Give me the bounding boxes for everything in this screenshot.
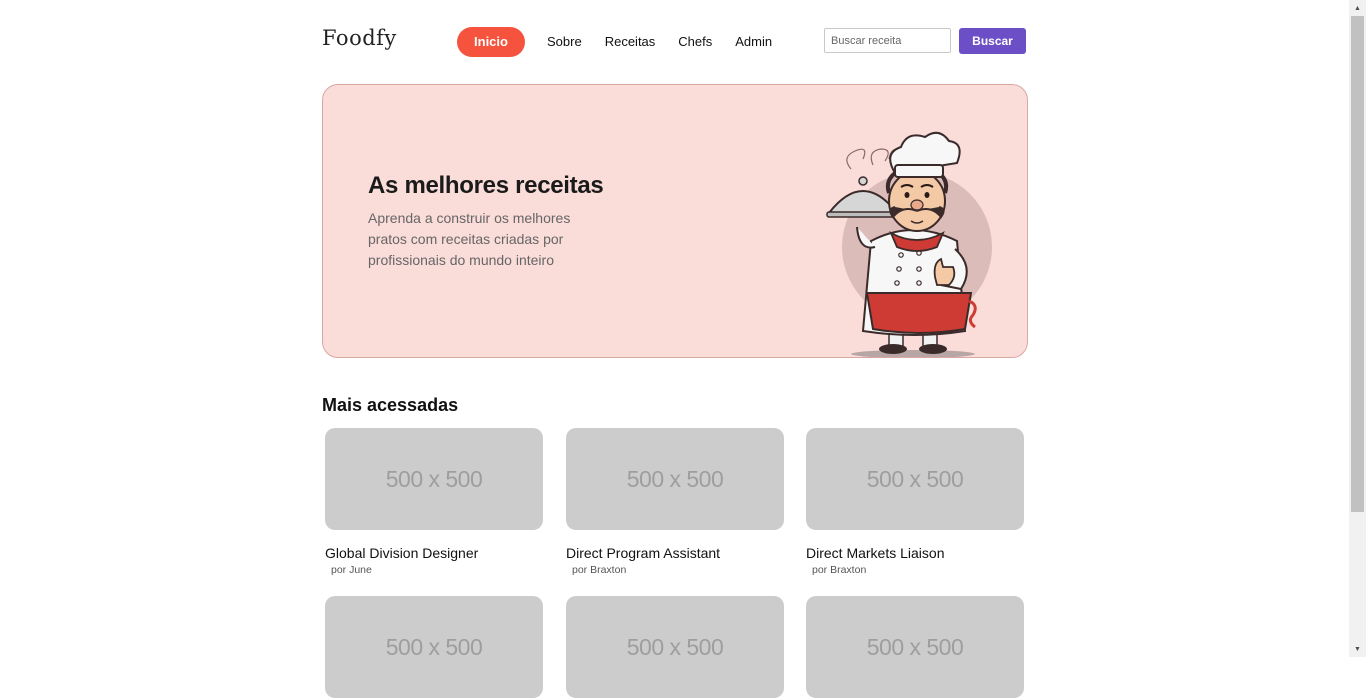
recipe-card[interactable]: 500 x 500 Direct Program Assistant por B… — [566, 428, 784, 576]
nav-item-inicio[interactable]: Inicio — [457, 27, 525, 57]
scroll-thumb[interactable] — [1351, 16, 1364, 512]
recipe-title[interactable]: Direct Program Assistant — [566, 545, 784, 561]
main-nav: Inicio Sobre Receitas Chefs Admin — [457, 27, 784, 57]
recipe-image[interactable]: 500 x 500 — [325, 428, 543, 530]
hero-banner: As melhores receitas Aprenda a construir… — [322, 84, 1028, 358]
search-input[interactable] — [824, 28, 951, 53]
recipe-image[interactable]: 500 x 500 — [566, 596, 784, 698]
recipe-image[interactable]: 500 x 500 — [806, 428, 1024, 530]
recipe-card[interactable]: 500 x 500 — [566, 596, 784, 698]
recipe-image[interactable]: 500 x 500 — [325, 596, 543, 698]
recipe-image[interactable]: 500 x 500 — [566, 428, 784, 530]
nav-item-sobre[interactable]: Sobre — [536, 27, 593, 57]
vertical-scrollbar[interactable]: ▲ ▼ — [1349, 0, 1366, 657]
recipe-title[interactable]: Global Division Designer — [325, 545, 543, 561]
nav-item-admin[interactable]: Admin — [724, 27, 783, 57]
logo[interactable]: Foodfy — [322, 26, 397, 50]
hero-description: Aprenda a construir os melhores pratos c… — [368, 210, 571, 268]
recipe-author: por Braxton — [812, 564, 867, 576]
recipe-author: por Braxton — [572, 564, 627, 576]
section-title: Mais acessadas — [322, 395, 459, 415]
recipe-card[interactable]: 500 x 500 — [806, 596, 1024, 698]
site-header: Foodfy Inicio Sobre Receitas Chefs Admin… — [322, 0, 1028, 84]
nav-item-receitas[interactable]: Receitas — [594, 27, 667, 57]
recipe-card[interactable]: 500 x 500 — [325, 596, 543, 698]
chef-illustration — [826, 131, 992, 357]
recipe-card[interactable]: 500 x 500 Direct Markets Liaison por Bra… — [806, 428, 1024, 576]
recipe-title[interactable]: Direct Markets Liaison — [806, 545, 1024, 561]
recipe-author: por June — [331, 564, 372, 576]
recipe-card[interactable]: 500 x 500 Global Division Designer por J… — [325, 428, 543, 576]
nav-item-chefs[interactable]: Chefs — [667, 27, 723, 57]
recipe-image[interactable]: 500 x 500 — [806, 596, 1024, 698]
scroll-down-arrow-icon[interactable]: ▼ — [1349, 641, 1366, 657]
search-button[interactable]: Buscar — [959, 28, 1026, 54]
hero-title: As melhores receitas — [368, 172, 604, 199]
scroll-up-arrow-icon[interactable]: ▲ — [1349, 0, 1366, 16]
